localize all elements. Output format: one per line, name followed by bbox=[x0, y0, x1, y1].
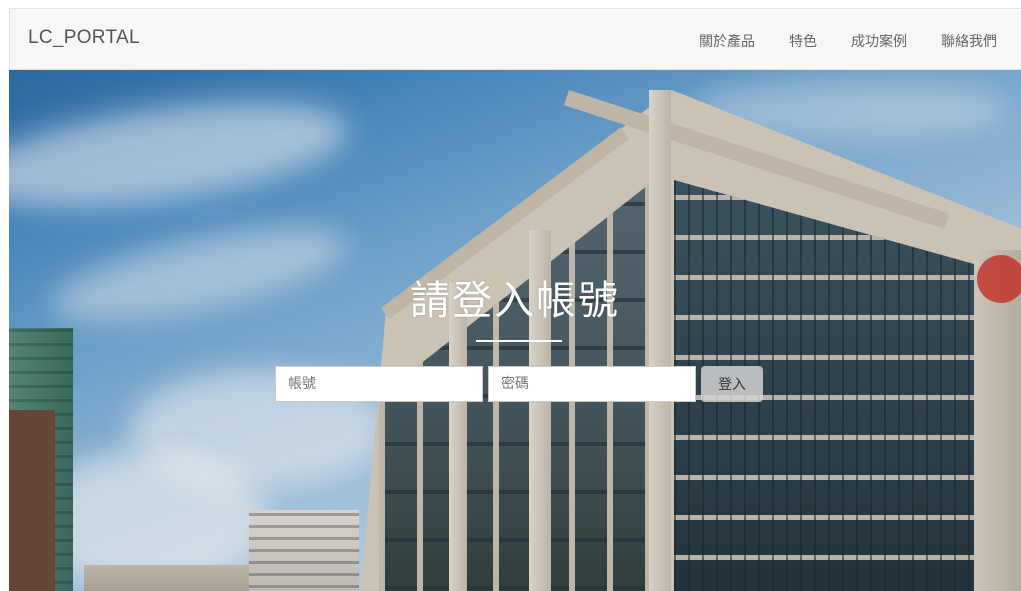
hero-overlay bbox=[9, 70, 1021, 591]
hero-banner: 請登入帳號 登入 bbox=[9, 70, 1021, 591]
nav-link-about-product[interactable]: 關於產品 bbox=[699, 31, 755, 51]
nav-link-contact-us[interactable]: 聯絡我們 bbox=[941, 31, 997, 51]
nav-link-features[interactable]: 特色 bbox=[789, 31, 817, 51]
nav-links: 關於產品 特色 成功案例 聯絡我們 bbox=[699, 31, 997, 51]
login-title: 請登入帳號 bbox=[410, 278, 620, 324]
brand-logo[interactable]: LC_PORTAL bbox=[28, 27, 140, 49]
login-form: 登入 bbox=[275, 366, 763, 402]
top-navbar: LC_PORTAL 關於產品 特色 成功案例 聯絡我們 bbox=[9, 8, 1021, 70]
login-button[interactable]: 登入 bbox=[701, 366, 763, 402]
password-input[interactable] bbox=[488, 366, 696, 402]
nav-link-success-cases[interactable]: 成功案例 bbox=[851, 31, 907, 51]
username-input[interactable] bbox=[275, 366, 483, 402]
title-divider bbox=[476, 340, 562, 342]
